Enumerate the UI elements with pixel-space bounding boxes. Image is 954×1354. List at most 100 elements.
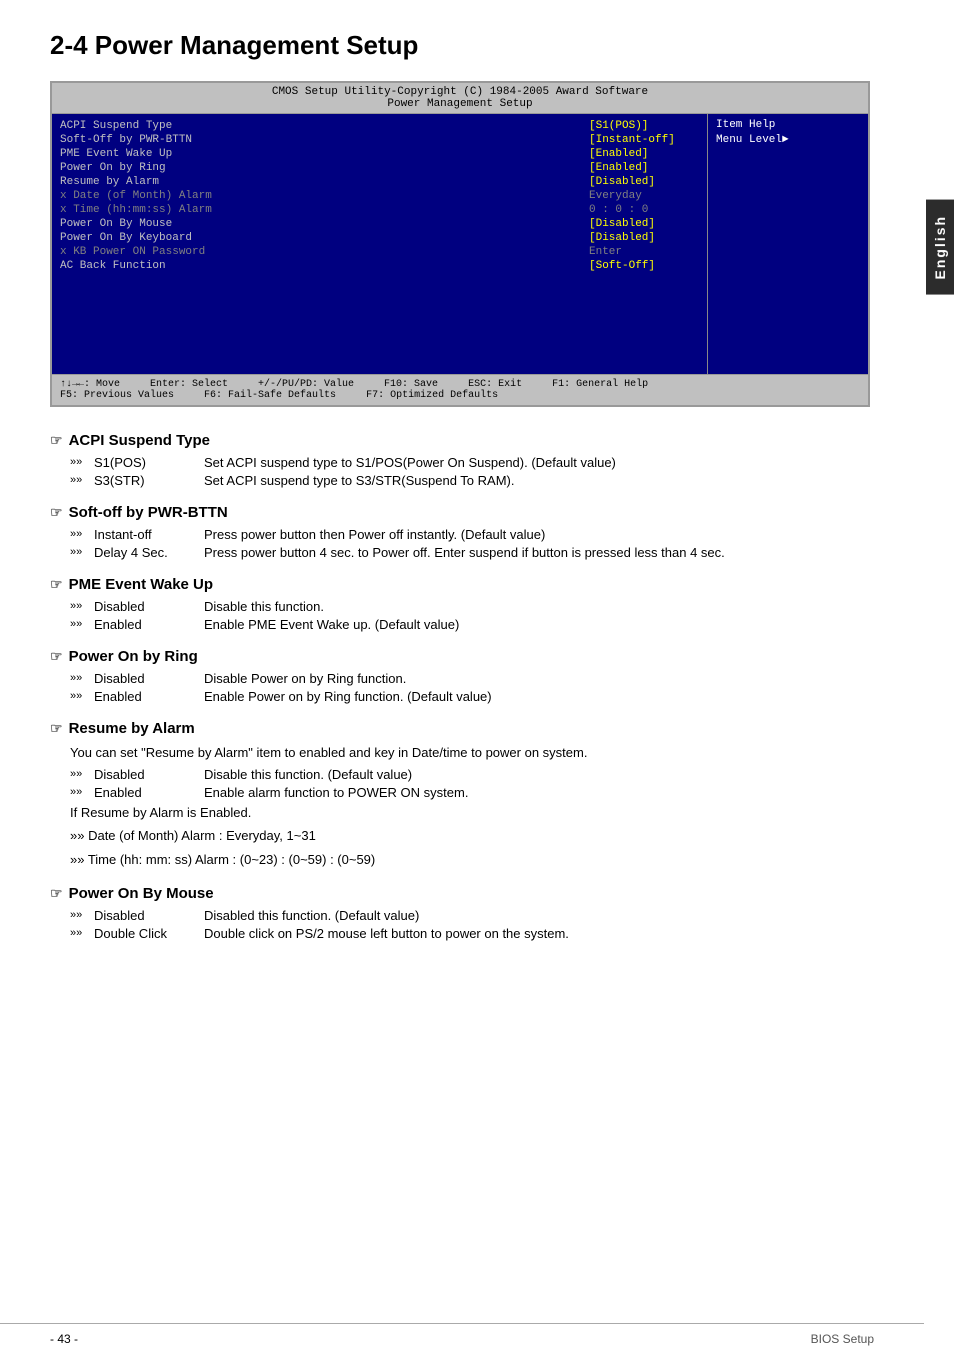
bios-row: ACPI Suspend Type[S1(POS)] [60, 119, 699, 133]
bios-nav-failsafe: F6: Fail-Safe Defaults [204, 390, 336, 401]
option-desc: Disable this function. (Default value) [204, 767, 870, 782]
section-heading: Power On by Ring [69, 648, 198, 665]
option-row: »» Disabled Disabled this function. (Def… [70, 908, 870, 923]
bios-nav-move: ↑↓→←: Move [60, 379, 120, 390]
bios-row: x Date (of Month) AlarmEveryday [60, 189, 699, 203]
option-row: »» S3(STR) Set ACPI suspend type to S3/S… [70, 473, 870, 488]
option-key: Enabled [94, 785, 204, 800]
section-heading: Soft-off by PWR-BTTN [69, 504, 228, 521]
bios-header-line1: CMOS Setup Utility-Copyright (C) 1984-20… [52, 86, 868, 98]
bios-row-value: Everyday [579, 190, 699, 202]
option-key: Instant-off [94, 527, 204, 542]
bios-row: x Time (hh:mm:ss) Alarm0 : 0 : 0 [60, 203, 699, 217]
section-ring: ☞ Power On by Ring »» Disabled Disable P… [50, 648, 870, 704]
option-bullet-icon: »» [70, 908, 94, 923]
option-desc: Enable Power on by Ring function. (Defau… [204, 689, 870, 704]
section-acpi: ☞ ACPI Suspend Type »» S1(POS) Set ACPI … [50, 432, 870, 488]
bios-row-value: [Disabled] [579, 232, 699, 244]
bios-nav-optimized: F7: Optimized Defaults [366, 390, 498, 401]
section-arrow-icon: ☞ [50, 576, 63, 593]
bios-row: AC Back Function[Soft-Off] [60, 259, 699, 273]
section-title-acpi: ☞ ACPI Suspend Type [50, 432, 870, 449]
bios-row-value: [Disabled] [579, 218, 699, 230]
bios-row-value: [Enabled] [579, 162, 699, 174]
option-row: »» Double Click Double click on PS/2 mou… [70, 926, 870, 941]
bios-row-label: x Time (hh:mm:ss) Alarm [60, 204, 579, 216]
bios-row-value: [S1(POS)] [579, 120, 699, 132]
bios-row-label: Resume by Alarm [60, 176, 579, 188]
bios-row-label: AC Back Function [60, 260, 579, 272]
bios-row: Power On By Keyboard[Disabled] [60, 231, 699, 245]
bios-row-label: Power On By Keyboard [60, 232, 579, 244]
side-tab: English [926, 200, 954, 295]
option-desc: Set ACPI suspend type to S1/POS(Power On… [204, 455, 870, 470]
section-title-pme: ☞ PME Event Wake Up [50, 576, 870, 593]
option-bullet-icon: »» [70, 599, 94, 614]
option-desc: Press power button then Power off instan… [204, 527, 870, 542]
page-number: - 43 - [50, 1332, 78, 1346]
page-title: 2-4 Power Management Setup [50, 30, 870, 61]
bios-row-value: Enter [579, 246, 699, 258]
section-body-pme: »» Disabled Disable this function. »» En… [50, 599, 870, 632]
bios-nav-save: F10: Save [384, 379, 438, 390]
bios-row: Resume by Alarm[Disabled] [60, 175, 699, 189]
section-heading: Resume by Alarm [69, 720, 195, 737]
bios-table: CMOS Setup Utility-Copyright (C) 1984-20… [50, 81, 870, 407]
section-title-soft-off: ☞ Soft-off by PWR-BTTN [50, 504, 870, 521]
option-key: Disabled [94, 908, 204, 923]
section-body-ring: »» Disabled Disable Power on by Ring fun… [50, 671, 870, 704]
section-text: »» Date (of Month) Alarm : Everyday, 1~3… [70, 826, 870, 846]
option-desc: Press power button 4 sec. to Power off. … [204, 545, 870, 560]
bios-row-value: 0 : 0 : 0 [579, 204, 699, 216]
section-text: »» Time (hh: mm: ss) Alarm : (0~23) : (0… [70, 850, 870, 870]
section-body-mouse: »» Disabled Disabled this function. (Def… [50, 908, 870, 941]
bios-row-label: PME Event Wake Up [60, 148, 579, 160]
section-text: If Resume by Alarm is Enabled. [70, 803, 870, 823]
option-bullet-icon: »» [70, 527, 94, 542]
option-row: »» Delay 4 Sec. Press power button 4 sec… [70, 545, 870, 560]
section-arrow-icon: ☞ [50, 504, 63, 521]
section-body-soft-off: »» Instant-off Press power button then P… [50, 527, 870, 560]
bios-footer-row2: F5: Previous Values F6: Fail-Safe Defaul… [60, 390, 498, 401]
bios-row: x KB Power ON PasswordEnter [60, 245, 699, 259]
option-key: Disabled [94, 767, 204, 782]
option-key: Double Click [94, 926, 204, 941]
section-arrow-icon: ☞ [50, 648, 63, 665]
section-arrow-icon: ☞ [50, 720, 63, 737]
option-desc: Double click on PS/2 mouse left button t… [204, 926, 870, 941]
section-alarm: ☞ Resume by Alarm You can set "Resume by… [50, 720, 870, 869]
bios-row: PME Event Wake Up[Enabled] [60, 147, 699, 161]
section-soft-off: ☞ Soft-off by PWR-BTTN »» Instant-off Pr… [50, 504, 870, 560]
option-row: »» Disabled Disable this function. [70, 599, 870, 614]
section-body-alarm: You can set "Resume by Alarm" item to en… [50, 743, 870, 869]
bios-row: Power On By Mouse[Disabled] [60, 217, 699, 231]
option-bullet-icon: »» [70, 785, 94, 800]
option-row: »» Enabled Enable alarm function to POWE… [70, 785, 870, 800]
option-bullet-icon: »» [70, 671, 94, 686]
bios-nav-exit: ESC: Exit [468, 379, 522, 390]
bios-row-value: [Soft-Off] [579, 260, 699, 272]
option-key: Delay 4 Sec. [94, 545, 204, 560]
bios-footer: ↑↓→←: Move Enter: Select +/-/PU/PD: Valu… [52, 374, 868, 405]
option-key: Enabled [94, 617, 204, 632]
option-row: »» Enabled Enable Power on by Ring funct… [70, 689, 870, 704]
bios-settings-panel: ACPI Suspend Type[S1(POS)]Soft-Off by PW… [52, 114, 708, 374]
option-bullet-icon: »» [70, 455, 94, 470]
option-desc: Disable this function. [204, 599, 870, 614]
bios-header-line2: Power Management Setup [52, 98, 868, 110]
section-body-acpi: »» S1(POS) Set ACPI suspend type to S1/P… [50, 455, 870, 488]
section-title-ring: ☞ Power On by Ring [50, 648, 870, 665]
bios-row-label: ACPI Suspend Type [60, 120, 579, 132]
section-mouse: ☞ Power On By Mouse »» Disabled Disabled… [50, 885, 870, 941]
option-row: »» Instant-off Press power button then P… [70, 527, 870, 542]
option-key: Disabled [94, 599, 204, 614]
option-row: »» Disabled Disable this function. (Defa… [70, 767, 870, 782]
section-heading: PME Event Wake Up [69, 576, 213, 593]
option-desc: Disabled this function. (Default value) [204, 908, 870, 923]
option-key: S3(STR) [94, 473, 204, 488]
bios-nav-select: Enter: Select [150, 379, 228, 390]
bios-help-panel: Item Help Menu Level► [708, 114, 868, 374]
option-row: »» Disabled Disable Power on by Ring fun… [70, 671, 870, 686]
bios-row-label: Soft-Off by PWR-BTTN [60, 134, 579, 146]
bios-help-title: Item Help [716, 119, 860, 131]
